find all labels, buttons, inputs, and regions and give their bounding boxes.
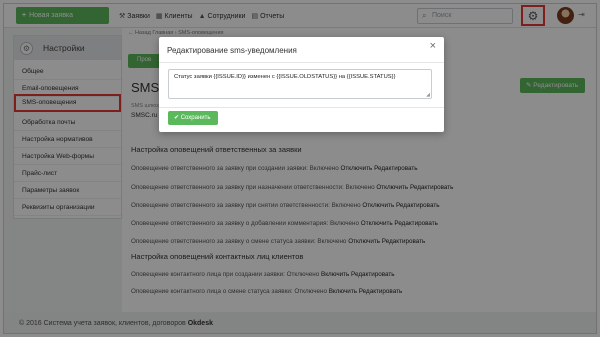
resize-handle-icon[interactable]: ◢ bbox=[426, 92, 430, 98]
close-icon[interactable]: × bbox=[430, 40, 436, 52]
modal-divider bbox=[159, 107, 444, 108]
check-icon: ✔ bbox=[174, 115, 181, 121]
edit-sms-modal: Редактирование sms-уведомления × Статус … bbox=[159, 37, 444, 132]
modal-title: Редактирование sms-уведомления bbox=[159, 37, 444, 63]
sms-template-text: Статус заявки {{ISSUE.ID}} изменен с {{I… bbox=[174, 74, 396, 80]
sms-template-textarea[interactable]: Статус заявки {{ISSUE.ID}} изменен с {{I… bbox=[168, 69, 432, 99]
save-label: Сохранить bbox=[180, 115, 211, 121]
save-button[interactable]: ✔ Сохранить bbox=[168, 111, 218, 125]
